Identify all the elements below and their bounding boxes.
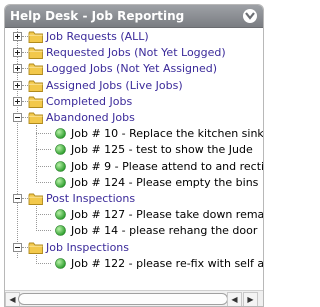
- collapse-toggle-icon[interactable]: [13, 194, 22, 203]
- tree-connector: [36, 214, 51, 215]
- folder-label: Completed Jobs: [46, 95, 133, 108]
- folder-label: Job Inspections: [46, 241, 129, 254]
- chevron-down-icon: [245, 12, 255, 20]
- collapse-button[interactable]: [243, 9, 257, 23]
- job-label: Job # 127 - Please take down remainin: [71, 208, 263, 221]
- tree-job-item[interactable]: Job # 9 - Please attend to and rectify l…: [5, 159, 263, 175]
- job-label: Job # 10 - Replace the kitchen sink as: [71, 127, 263, 140]
- job-label: Job # 125 - test to show the Jude: [71, 143, 253, 156]
- horizontal-scrollbar[interactable]: ◀ ◀ ▶: [5, 290, 263, 306]
- scroll-right-arrow-icon[interactable]: ▶: [243, 292, 258, 306]
- expand-toggle-icon[interactable]: [13, 81, 22, 90]
- tree-job-item[interactable]: Job # 122 - please re-fix with self adhe: [5, 256, 263, 272]
- folder-label: Abandoned Jobs: [46, 111, 135, 124]
- tree-folder-job-requests-all[interactable]: Job Requests (ALL): [5, 29, 263, 45]
- tree-folder-requested-jobs-not-yet-logged[interactable]: Requested Jobs (Not Yet Logged): [5, 45, 263, 61]
- job-reporting-panel: Help Desk - Job Reporting Job Requests (…: [4, 4, 264, 307]
- job-label: Job # 122 - please re-fix with self adhe: [71, 257, 263, 270]
- folder-icon: [28, 31, 43, 43]
- collapse-toggle-icon[interactable]: [13, 243, 22, 252]
- tree-folder-abandoned-jobs[interactable]: Abandoned Jobs: [5, 110, 263, 126]
- tree-job-item[interactable]: Job # 127 - Please take down remainin: [5, 207, 263, 223]
- job-label: Job # 124 - Please empty the bins !!!!!: [71, 176, 263, 189]
- expand-toggle-icon[interactable]: [13, 97, 22, 106]
- expand-toggle-icon[interactable]: [13, 48, 22, 57]
- job-status-icon: [55, 258, 66, 269]
- folder-icon: [28, 47, 43, 59]
- expand-toggle-icon[interactable]: [13, 64, 22, 73]
- job-status-icon: [55, 225, 66, 236]
- tree-connector: [36, 149, 51, 150]
- folder-icon: [28, 112, 43, 124]
- tree-folder-assigned-jobs-live-jobs[interactable]: Assigned Jobs (Live Jobs): [5, 78, 263, 94]
- tree-job-item[interactable]: Job # 10 - Replace the kitchen sink as: [5, 126, 263, 142]
- panel-header: Help Desk - Job Reporting: [5, 5, 263, 28]
- folder-icon: [28, 80, 43, 92]
- tree-connector: [36, 263, 51, 264]
- job-status-icon: [55, 209, 66, 220]
- folder-icon: [28, 193, 43, 205]
- folder-label: Assigned Jobs (Live Jobs): [46, 79, 183, 92]
- folder-icon: [28, 96, 43, 108]
- tree-folder-job-inspections[interactable]: Job Inspections: [5, 240, 263, 256]
- folder-label: Post Inspections: [46, 192, 136, 205]
- tree-job-item[interactable]: Job # 14 - please rehang the door: [5, 223, 263, 239]
- folder-icon: [28, 242, 43, 254]
- folder-label: Job Requests (ALL): [46, 30, 149, 43]
- collapse-toggle-icon[interactable]: [13, 113, 22, 122]
- job-label: Job # 14 - please rehang the door: [71, 224, 258, 237]
- tree-job-item[interactable]: Job # 125 - test to show the Jude: [5, 142, 263, 158]
- job-status-icon: [55, 177, 66, 188]
- job-tree: Job Requests (ALL) Requested Jobs (Not Ye…: [5, 29, 263, 285]
- job-status-icon: [55, 144, 66, 155]
- tree-folder-completed-jobs[interactable]: Completed Jobs: [5, 94, 263, 110]
- tree-connector: [36, 230, 51, 231]
- tree-connector: [36, 166, 51, 167]
- tree-folder-post-inspections[interactable]: Post Inspections: [5, 191, 263, 207]
- expand-toggle-icon[interactable]: [13, 32, 22, 41]
- job-status-icon: [55, 128, 66, 139]
- tree-folder-logged-jobs-not-yet-assigned[interactable]: Logged Jobs (Not Yet Assigned): [5, 61, 263, 77]
- tree-connector: [36, 133, 51, 134]
- job-label: Job # 9 - Please attend to and rectify l…: [71, 160, 263, 173]
- folder-label: Requested Jobs (Not Yet Logged): [46, 46, 226, 59]
- folder-label: Logged Jobs (Not Yet Assigned): [46, 62, 217, 75]
- folder-icon: [28, 63, 43, 75]
- tree-connector: [36, 182, 51, 183]
- scroll-left-arrow-icon[interactable]: ◀: [227, 292, 242, 306]
- panel-title: Help Desk - Job Reporting: [10, 9, 185, 23]
- job-status-icon: [55, 161, 66, 172]
- tree-job-item[interactable]: Job # 124 - Please empty the bins !!!!!: [5, 175, 263, 191]
- scrollbar-thumb[interactable]: [18, 293, 228, 305]
